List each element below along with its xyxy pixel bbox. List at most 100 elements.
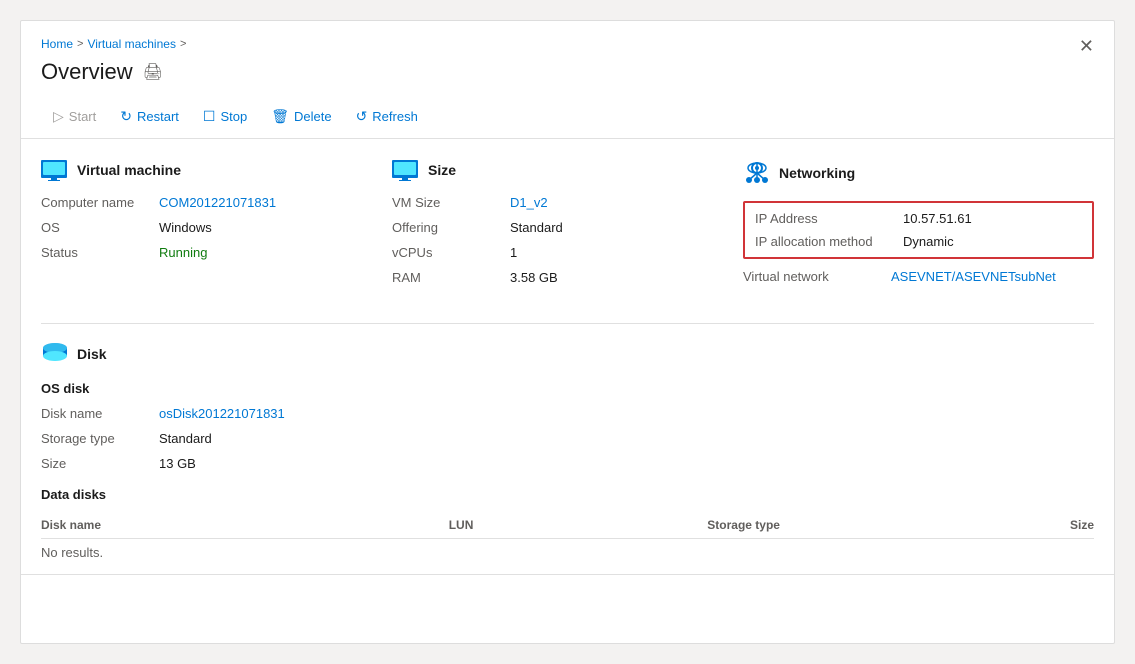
offering-label: Offering (392, 220, 502, 235)
breadcrumb-home[interactable]: Home (41, 37, 73, 51)
size-section-label: Size (428, 162, 456, 178)
vm-size-label: VM Size (392, 195, 502, 210)
virtual-machine-icon (41, 159, 69, 181)
stop-button[interactable]: ☐ Stop (191, 103, 259, 130)
data-disks-table-header-row: Disk name LUN Storage type Size (41, 514, 1094, 539)
data-disks-table-body: No results. (41, 539, 1094, 567)
virtual-network-label: Virtual network (743, 269, 883, 284)
start-icon: ▷ (53, 108, 64, 125)
breadcrumb-sep2: > (180, 38, 186, 50)
networking-icon (743, 159, 771, 187)
delete-label: Delete (294, 109, 332, 124)
size-section: Size VM Size D1_v2 Offering Standard vCP… (392, 159, 743, 295)
col-size: Size (955, 514, 1094, 539)
restart-icon: ↻ (120, 108, 132, 125)
networking-highlighted-box: IP Address 10.57.51.61 IP allocation met… (743, 201, 1094, 259)
vm-section: Virtual machine Computer name COM2012210… (41, 159, 392, 295)
col-lun: LUN (389, 514, 532, 539)
disk-section-icon (41, 340, 69, 367)
data-disks-table: Disk name LUN Storage type Size No resul… (41, 514, 1094, 566)
no-results-text: No results. (41, 539, 1094, 567)
delete-button[interactable]: 🗑 Delete (259, 103, 343, 130)
virtual-network-value[interactable]: ASEVNET/ASEVNETsubNet (891, 269, 1056, 284)
vm-section-title: Virtual machine (41, 159, 392, 181)
disk-size-label: Size (41, 456, 151, 471)
delete-icon: 🗑 (271, 108, 289, 125)
networking-section-title: Networking (743, 159, 1094, 187)
print-icon[interactable]: 🖨 (143, 62, 163, 82)
computer-name-value[interactable]: COM201221071831 (159, 195, 276, 210)
stop-label: Stop (220, 109, 247, 124)
disk-icon-svg (41, 340, 69, 364)
panel-header: Home > Virtual machines > Overview 🖨 ✕ ▷… (21, 21, 1114, 139)
disk-size-row: Size 13 GB (41, 456, 1094, 471)
disk-name-value[interactable]: osDisk201221071831 (159, 406, 285, 421)
os-row: OS Windows (41, 220, 392, 235)
breadcrumb-virtual-machines[interactable]: Virtual machines (87, 37, 176, 51)
status-value: Running (159, 245, 207, 260)
ip-address-value: 10.57.51.61 (903, 211, 972, 226)
ram-row: RAM 3.58 GB (392, 270, 743, 285)
networking-section: Networking IP Address 10.57.51.61 IP all… (743, 159, 1094, 295)
col-disk-name: Disk name (41, 514, 389, 539)
vm-section-label: Virtual machine (77, 162, 181, 178)
overview-panel: Home > Virtual machines > Overview 🖨 ✕ ▷… (20, 20, 1115, 644)
ip-allocation-label: IP allocation method (755, 234, 895, 249)
virtual-network-row: Virtual network ASEVNET/ASEVNETsubNet (743, 269, 1094, 284)
disk-name-row: Disk name osDisk201221071831 (41, 406, 1094, 421)
os-label: OS (41, 220, 151, 235)
storage-type-value: Standard (159, 431, 212, 446)
info-sections: Virtual machine Computer name COM2012210… (41, 159, 1094, 295)
network-icon-svg (744, 160, 770, 186)
refresh-label: Refresh (372, 109, 418, 124)
status-row: Status Running (41, 245, 392, 260)
storage-type-label: Storage type (41, 431, 151, 446)
disk-size-value: 13 GB (159, 456, 196, 471)
offering-value: Standard (510, 220, 563, 235)
main-content: Virtual machine Computer name COM2012210… (21, 139, 1114, 595)
vm-size-row: VM Size D1_v2 (392, 195, 743, 210)
computer-name-label: Computer name (41, 195, 151, 210)
col-storage-type: Storage type (533, 514, 955, 539)
os-disk-props: Disk name osDisk201221071831 Storage typ… (41, 406, 1094, 471)
bottom-separator (21, 574, 1114, 575)
storage-type-row: Storage type Standard (41, 431, 1094, 446)
vm-size-value[interactable]: D1_v2 (510, 195, 548, 210)
vm-section-icon (41, 159, 69, 181)
refresh-icon: ↺ (356, 108, 368, 125)
disk-section: Disk OS disk Disk name osDisk20122107183… (41, 340, 1094, 566)
start-button[interactable]: ▷ Start (41, 103, 108, 130)
ip-address-row: IP Address 10.57.51.61 (755, 211, 1082, 226)
disk-section-title: Disk (41, 340, 1094, 367)
status-label: Status (41, 245, 151, 260)
refresh-button[interactable]: ↺ Refresh (344, 103, 430, 130)
start-label: Start (69, 109, 96, 124)
vcpus-value: 1 (510, 245, 517, 260)
restart-label: Restart (137, 109, 179, 124)
stop-icon: ☐ (203, 108, 216, 125)
ram-value: 3.58 GB (510, 270, 558, 285)
offering-row: Offering Standard (392, 220, 743, 235)
os-disk-title: OS disk (41, 381, 1094, 396)
toolbar: ▷ Start ↻ Restart ☐ Stop 🗑 Delete ↺ Refr… (41, 97, 1094, 138)
close-button[interactable]: ✕ (1079, 37, 1094, 55)
disk-name-label: Disk name (41, 406, 151, 421)
size-section-title: Size (392, 159, 743, 181)
page-title: Overview (41, 59, 133, 85)
vcpus-row: vCPUs 1 (392, 245, 743, 260)
size-icon (392, 159, 420, 181)
computer-name-row: Computer name COM201221071831 (41, 195, 392, 210)
restart-button[interactable]: ↻ Restart (108, 103, 191, 130)
os-value: Windows (159, 220, 212, 235)
vcpus-label: vCPUs (392, 245, 502, 260)
data-disks-title: Data disks (41, 487, 1094, 502)
section-divider (41, 323, 1094, 324)
ip-allocation-row: IP allocation method Dynamic (755, 234, 1082, 249)
data-disks-table-head: Disk name LUN Storage type Size (41, 514, 1094, 539)
size-section-icon (392, 159, 420, 181)
ram-label: RAM (392, 270, 502, 285)
no-results-row: No results. (41, 539, 1094, 567)
breadcrumb: Home > Virtual machines > (41, 37, 1094, 51)
title-row: Overview 🖨 (41, 59, 1094, 85)
networking-section-label: Networking (779, 165, 855, 181)
